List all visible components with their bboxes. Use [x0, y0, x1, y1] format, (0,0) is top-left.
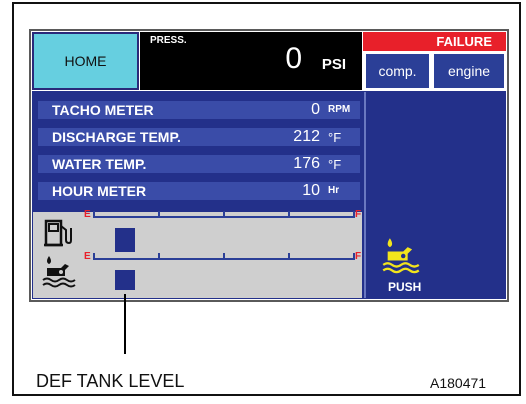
- push-button[interactable]: PUSH: [370, 232, 430, 298]
- readout-unit: Hr: [328, 185, 340, 196]
- readout-value: 176: [293, 155, 320, 172]
- pressure-label: PRESS.: [150, 35, 187, 46]
- fuel-empty-label: E: [84, 209, 91, 220]
- def-gauge-tick: [158, 253, 160, 259]
- def-empty-label: E: [84, 251, 91, 262]
- readout-label: DISCHARGE TEMP.: [52, 129, 181, 145]
- def-full-label: F: [355, 251, 362, 262]
- fuel-gauge-tick: [288, 211, 290, 217]
- figure-code: A180471: [430, 375, 487, 391]
- fuel-gauge-tick: [93, 211, 95, 217]
- def-level-bar: [115, 270, 135, 290]
- fuel-gauge-tick: [223, 211, 225, 217]
- def-fluid-icon: [42, 256, 76, 288]
- pressure-value: 0: [285, 42, 302, 75]
- failure-engine-label: engine: [447, 63, 491, 79]
- readout-label: TACHO METER: [52, 102, 154, 118]
- readout-label: WATER TEMP.: [52, 156, 147, 172]
- readout-unit: °F: [328, 130, 342, 145]
- fuel-gauge-tick: [158, 211, 160, 217]
- readout-unit: RPM: [328, 104, 351, 115]
- failure-engine-button[interactable]: engine: [432, 52, 506, 90]
- readout-value: 212: [293, 128, 320, 145]
- def-gauge-tick: [288, 253, 290, 259]
- fuel-level-bar: [115, 228, 135, 252]
- home-button-label: HOME: [64, 53, 107, 69]
- failure-header: FAILURE: [363, 32, 506, 51]
- readout-unit: °F: [328, 157, 342, 172]
- def-gauge-tick: [93, 253, 95, 259]
- def-fluid-icon: [382, 238, 420, 274]
- tank-gauge-area: E F E F: [33, 209, 362, 298]
- callout-line: [124, 294, 126, 354]
- readout-value: 0: [311, 101, 320, 118]
- failure-comp-label: comp.: [378, 63, 417, 79]
- push-label: PUSH: [388, 280, 422, 294]
- readout-label: HOUR METER: [52, 183, 147, 199]
- readout-row-hour-meter: HOUR METER 10 Hr: [38, 182, 360, 200]
- home-button[interactable]: HOME: [32, 32, 139, 90]
- pressure-unit: PSI: [321, 56, 346, 73]
- failure-comp-button[interactable]: comp.: [364, 52, 431, 90]
- failure-label: FAILURE: [436, 34, 492, 49]
- callout-caption: DEF TANK LEVEL: [36, 371, 185, 391]
- fuel-full-label: F: [355, 209, 362, 220]
- readout-row-discharge-temp: DISCHARGE TEMP. 212 °F: [38, 128, 360, 146]
- pressure-panel: PRESS. 0 PSI: [140, 32, 362, 90]
- readout-row-water-temp: WATER TEMP. 176 °F: [38, 155, 360, 173]
- readout-value: 10: [302, 182, 320, 199]
- def-gauge-tick: [223, 253, 225, 259]
- fuel-pump-icon: [44, 219, 72, 247]
- readout-row-tacho: TACHO METER 0 RPM: [38, 101, 360, 119]
